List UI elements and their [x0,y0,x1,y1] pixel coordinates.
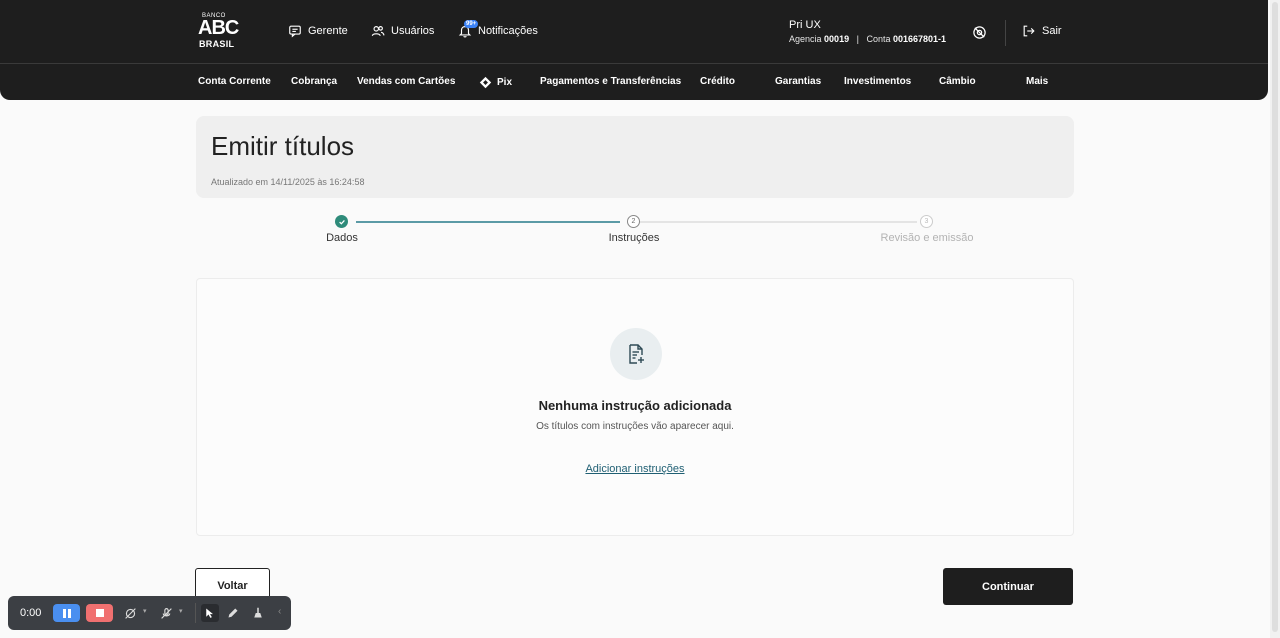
progress-stepper: Dados 2 Instruções 3 Revisão e emissão [196,210,1074,250]
user-name: Pri UX [789,19,821,31]
cursor-icon [206,608,213,618]
menu-garantias[interactable]: Garantias [775,76,821,87]
stop-icon [95,609,104,617]
pix-icon [479,76,492,89]
top-navigation: BANCO ABC BRASIL Gerente Usuários 99+ No… [0,0,1268,100]
main-menu: Conta Corrente Cobrança Vendas com Cartõ… [0,65,1268,100]
menu-pix-label: Pix [497,77,513,88]
broom-icon [254,607,262,618]
chat-icon [289,25,301,38]
empty-state-title: Nenhuma instrução adicionada [538,398,732,413]
recording-timer: 0:00 [20,607,42,619]
step-connector-done [356,221,620,223]
bank-logo[interactable]: BANCO ABC BRASIL [198,11,239,49]
document-add-icon [629,344,644,364]
camera-off-icon [124,607,136,619]
step-1-done-icon [335,215,348,228]
agency-label: Agencia [789,34,822,44]
account-label: Conta [866,34,891,44]
bell-wrapper: 99+ [458,20,479,38]
mute-camera-button[interactable] [122,605,138,621]
account-number: 001667801-1 [893,34,947,44]
menu-pagamentos[interactable]: Pagamentos e Transferências [540,76,681,87]
header-divider [1005,20,1006,46]
eye-icon [973,26,986,39]
instructions-card: Nenhuma instrução adicionada Os títulos … [196,278,1074,536]
collapse-chevron-icon[interactable]: ‹ [278,606,281,617]
menu-cambio[interactable]: Câmbio [939,76,976,87]
nav-gerente-label: Gerente [308,25,348,37]
page-header: Emitir títulos Atualizado em 14/11/2025 … [196,116,1074,198]
pen-icon [228,608,238,618]
scrollbar-thumb[interactable] [1272,2,1278,632]
continue-button[interactable]: Continuar [943,568,1073,605]
step-2-label: Instruções [608,232,660,244]
nav-gerente[interactable]: Gerente [288,24,348,38]
empty-state-icon-circle [610,328,662,380]
logo-text-bottom: BRASIL [199,39,235,49]
agency-number: 00019 [824,34,850,44]
screen-recorder-toolbar: 0:00 ▾ ▾ ‹ [8,596,291,630]
nav-usuarios-label: Usuários [391,25,435,37]
pen-tool[interactable] [225,605,241,621]
step-3-number: 3 [920,215,933,228]
account-separator: | [856,34,859,44]
account-info: Pri UX Agencia 00019 | Conta 001667801-1 [789,19,946,44]
eraser-tool[interactable] [250,605,266,621]
pause-button[interactable] [53,604,80,622]
logout-label: Sair [1042,25,1062,37]
last-updated: Atualizado em 14/11/2025 às 16:24:58 [211,177,365,187]
logout-button[interactable]: Sair [1022,24,1062,38]
notification-badge: 99+ [464,20,479,28]
logout-icon [1023,25,1035,37]
empty-state-subtitle: Os títulos com instruções vão aparecer a… [536,421,734,432]
menu-credito[interactable]: Crédito [700,76,735,87]
pointer-tool[interactable] [201,604,219,622]
step-2-number: 2 [627,215,640,228]
menu-vendas-cartoes[interactable]: Vendas com Cartões [357,76,455,87]
nav-notificacoes-label: Notificações [478,25,538,37]
nav-usuarios[interactable]: Usuários [371,24,434,38]
toolbar-divider [195,603,196,623]
chevron-down-icon[interactable]: ▾ [179,607,183,615]
chevron-down-icon[interactable]: ▾ [143,607,147,615]
mute-mic-button[interactable] [158,605,174,621]
nav-notificacoes[interactable]: 99+ Notificações [458,20,538,38]
menu-investimentos[interactable]: Investimentos [844,76,911,87]
menu-mais[interactable]: Mais [1026,76,1048,87]
menu-pix[interactable]: Pix [479,76,512,89]
add-instructions-link[interactable]: Adicionar instruções [197,463,1073,475]
pause-icon [62,608,71,618]
menu-cobranca[interactable]: Cobrança [291,76,337,87]
logo-text-middle: ABC [198,17,239,39]
visibility-toggle[interactable] [972,25,987,40]
account-line: Agencia 00019 | Conta 001667801-1 [789,34,946,44]
step-3-label: Revisão e emissão [880,232,974,244]
step-1-label: Dados [326,232,358,244]
step-connector-pending [640,221,917,223]
mic-off-icon [160,607,172,619]
menu-conta-corrente[interactable]: Conta Corrente [198,76,271,87]
users-icon [371,26,385,37]
page-title: Emitir títulos [211,131,355,161]
stop-button[interactable] [86,604,113,622]
header-row: BANCO ABC BRASIL Gerente Usuários 99+ No… [0,0,1268,64]
